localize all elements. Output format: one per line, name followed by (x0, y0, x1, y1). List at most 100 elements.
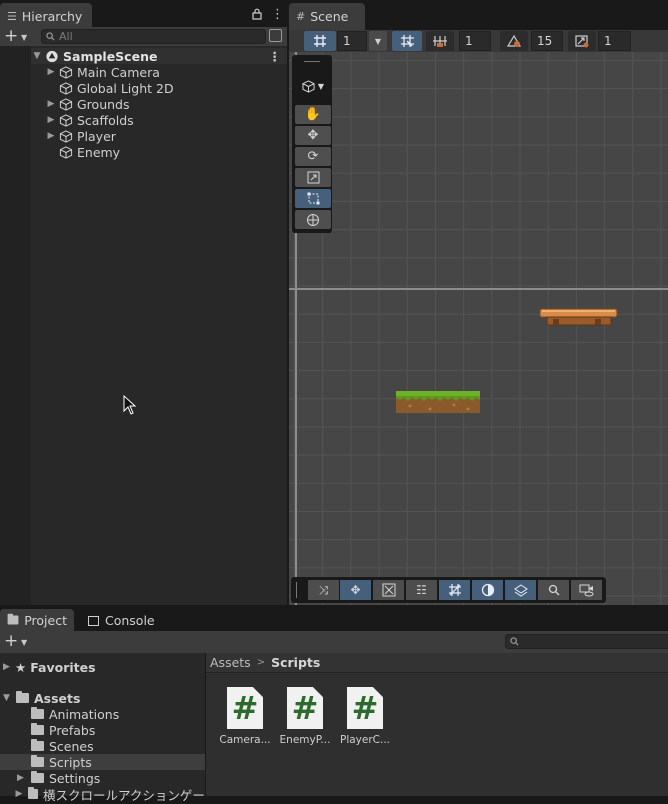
increment-snap-field[interactable]: 1 (459, 31, 491, 51)
tab-project[interactable]: Project (0, 609, 74, 631)
expand-arrow-icon[interactable]: ▶ (0, 662, 13, 672)
csharp-script-icon: # (227, 687, 263, 729)
x-axis-line (289, 288, 668, 290)
expand-arrow-icon[interactable]: ▶ (45, 131, 57, 141)
tool-handle-dropdown[interactable]: ▼ (295, 77, 331, 95)
scaffold-sprite[interactable] (539, 307, 619, 329)
grid-snapping-button[interactable] (439, 580, 470, 600)
expand-arrow-icon[interactable]: ▶ (14, 789, 24, 799)
kebab-menu-icon[interactable]: ⋮ (271, 7, 284, 22)
project-panel: Project Console + ▼ ▶ ★ Favorites ▼ Asse… (0, 607, 668, 803)
camera-visibility-button[interactable] (571, 580, 602, 600)
folder-label: Prefabs (49, 722, 96, 738)
assets-row[interactable]: ▼ Assets (0, 690, 205, 706)
gizmo-toggle-button[interactable] (373, 580, 404, 600)
rotate-snap-field[interactable]: 15 (531, 31, 563, 51)
create-dropdown-icon[interactable]: ▼ (21, 638, 27, 647)
shuffle-button[interactable]: ⤨ (308, 580, 339, 600)
grid-size-field[interactable]: 1 (337, 31, 367, 51)
asset-label: PlayerC... (339, 734, 391, 746)
project-tabstrip: Project Console (0, 607, 668, 631)
increment-snap-button[interactable] (426, 31, 454, 51)
favorites-row[interactable]: ▶ ★ Favorites (0, 659, 205, 675)
folder-icon (27, 787, 38, 799)
scene-tools-overlay: ▼ ✋ ✥ ⟳ (292, 55, 332, 233)
folder-label: Settings (49, 770, 101, 786)
list-icon: ☰ (7, 10, 17, 23)
tab-console[interactable]: Console (88, 613, 155, 628)
scale-snap-icon (575, 35, 589, 48)
gizmo-icon (382, 583, 395, 597)
lock-icon[interactable] (252, 8, 262, 20)
scene-tabstrip: # Scene (289, 0, 668, 30)
hierarchy-item[interactable]: ▶ Main Camera (31, 64, 287, 80)
assets-label: Assets (34, 690, 81, 706)
expand-arrow-icon[interactable]: ▶ (45, 99, 57, 109)
project-folder-item[interactable]: ▶ 横スクロールアクションゲーム画像素 (0, 786, 205, 803)
asset-label: EnemyP... (279, 734, 331, 746)
hand-tool-button[interactable]: ✋ (295, 105, 331, 124)
project-folder-item[interactable]: Prefabs (0, 722, 205, 738)
rotate-tool-button[interactable]: ⟳ (295, 147, 331, 166)
hierarchy-tabstrip: ☰ Hierarchy ⋮ (0, 0, 287, 30)
add-object-button[interactable]: + (4, 28, 18, 45)
script-asset[interactable]: # Camera... (215, 687, 275, 746)
script-asset[interactable]: # PlayerC... (335, 687, 395, 746)
hierarchy-item[interactable]: ▶ Scaffolds (31, 112, 287, 128)
collapse-arrow-icon[interactable]: ▼ (0, 693, 13, 703)
folder-label: Scripts (49, 754, 92, 770)
project-folder-item[interactable]: Animations (0, 706, 205, 722)
toolbar-grip-icon[interactable] (296, 582, 297, 598)
layers-button[interactable] (505, 580, 536, 600)
breadcrumb-assets[interactable]: Assets (210, 655, 251, 670)
rotate-snap-button[interactable] (500, 31, 528, 51)
drag-handle-icon[interactable] (304, 61, 320, 62)
hierarchy-item[interactable]: ▶ Player (31, 128, 287, 144)
horizontal-splitter[interactable] (0, 605, 668, 607)
expand-arrow-icon[interactable]: ▶ (14, 773, 27, 783)
cube-icon (302, 79, 315, 93)
move-handles-button[interactable]: ✥ (340, 580, 371, 600)
scene-root-row[interactable]: ▼ SampleScene ⋮ (31, 48, 287, 64)
project-folder-item[interactable]: Scripts (0, 754, 205, 770)
breadcrumb-scripts[interactable]: Scripts (271, 655, 320, 670)
snap-toggle-button[interactable] (392, 31, 422, 51)
grid-toggle-button[interactable] (304, 31, 336, 51)
increment-snap-icon (433, 36, 447, 47)
vertical-splitter[interactable] (287, 0, 289, 605)
expand-arrow-icon[interactable]: ▶ (45, 115, 57, 125)
hierarchy-item[interactable]: ▶ Grounds (31, 96, 287, 112)
ground-sprite[interactable] (396, 390, 480, 414)
shading-button[interactable] (472, 580, 503, 600)
create-asset-button[interactable]: + (4, 633, 18, 650)
rect-tool-button[interactable] (295, 189, 331, 208)
hierarchy-search-input[interactable]: All (41, 29, 266, 44)
grid-dropdown-button[interactable]: ▼ (369, 31, 387, 51)
project-folder-item[interactable]: Scenes (0, 738, 205, 754)
add-dropdown-icon[interactable]: ▼ (21, 33, 27, 42)
tab-scene[interactable]: # Scene (289, 3, 365, 30)
hierarchy-item[interactable]: Global Light 2D (31, 80, 287, 96)
scene-viewport[interactable]: ▼ ✋ ✥ ⟳ ⤨ ✥ ☷ (289, 52, 668, 605)
search-options-icon[interactable] (269, 29, 282, 42)
script-asset[interactable]: # EnemyP... (275, 687, 335, 746)
layers-settings-button[interactable]: ☷ (406, 580, 437, 600)
project-asset-view: Assets > Scripts # Camera... # EnemyP...… (206, 653, 668, 796)
search-icon (510, 637, 519, 646)
project-folder-tree: ▶ ★ Favorites ▼ Assets Animations Prefabs… (0, 653, 205, 803)
scale-snap-field[interactable]: 1 (598, 31, 631, 51)
search-scene-button[interactable] (538, 580, 569, 600)
transform-tool-button[interactable] (295, 210, 331, 229)
project-search-input[interactable] (505, 634, 668, 649)
breadcrumb-separator-icon: > (256, 657, 266, 668)
move-tool-button[interactable]: ✥ (295, 126, 331, 145)
scene-menu-icon[interactable]: ⋮ (269, 49, 282, 64)
hierarchy-item[interactable]: Enemy (31, 144, 287, 160)
scale-icon (307, 171, 319, 184)
scale-tool-button[interactable] (295, 168, 331, 187)
collapse-arrow-icon[interactable]: ▼ (31, 51, 43, 61)
scale-snap-button[interactable] (568, 31, 596, 51)
hierarchy-item-label: Global Light 2D (77, 80, 174, 96)
move-icon: ✥ (307, 128, 319, 143)
expand-arrow-icon[interactable]: ▶ (45, 67, 57, 77)
